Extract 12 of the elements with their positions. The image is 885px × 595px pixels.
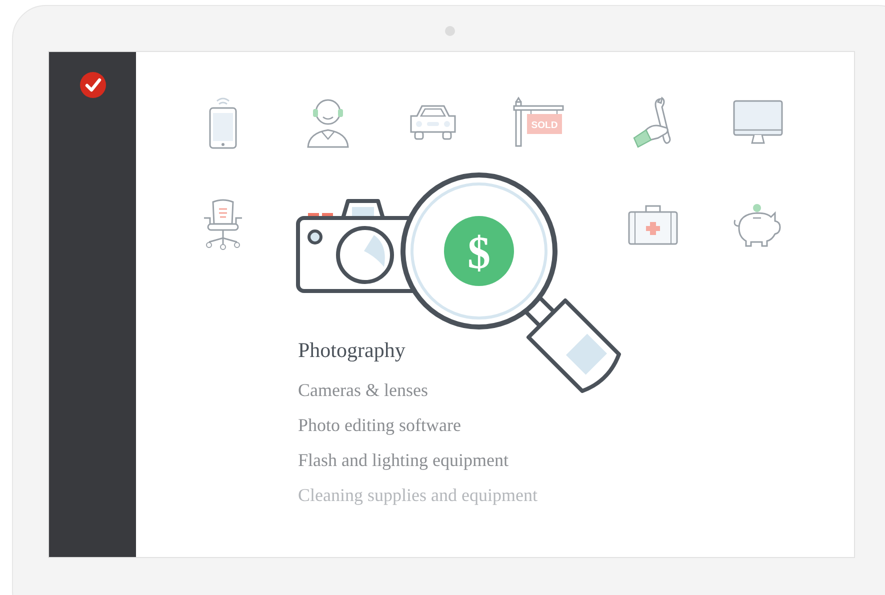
category-link[interactable]: Flash and lighting equipment	[298, 443, 854, 478]
dollar-sign: $	[468, 227, 490, 278]
category-title: Photography	[298, 338, 406, 363]
category-link[interactable]: Cameras & lenses	[298, 373, 854, 408]
checkmark-logo-icon[interactable]	[78, 71, 106, 99]
category-link[interactable]: Cleaning supplies and equipment	[298, 478, 854, 513]
sold-sign-icon	[512, 96, 564, 147]
category-link[interactable]: Photo editing software	[298, 408, 854, 443]
smartphone-icon	[208, 96, 238, 150]
camera-lens-dot	[445, 26, 455, 36]
first-aid-kit-icon	[626, 203, 678, 247]
sign-text: SOLD	[530, 120, 558, 131]
